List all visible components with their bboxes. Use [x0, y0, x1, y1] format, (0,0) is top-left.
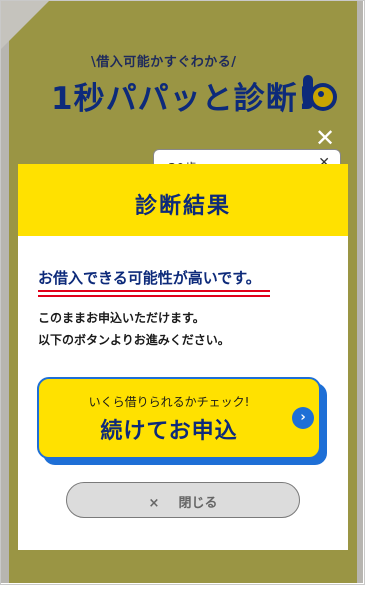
- diagnosis-result-modal: 診断結果 お借入できる可能性が高いです。 このままお申込いただけます。 以下のボ…: [18, 164, 348, 550]
- close-button-label: 閉じる: [178, 496, 218, 511]
- result-underline: [38, 290, 270, 297]
- result-line-2: 以下のボタンよりお進みください。: [38, 333, 230, 347]
- tagline: \借入可能かすぐわかる/: [91, 55, 237, 70]
- mascot-logo-icon: [303, 75, 337, 111]
- result-line-1: このままお申込いただけます。: [38, 311, 205, 325]
- chevron-right-icon: ›: [292, 407, 314, 429]
- overlay-close-icon[interactable]: ✕: [314, 126, 336, 150]
- close-icon: ×: [148, 496, 160, 511]
- close-modal-button[interactable]: × 閉じる: [66, 482, 300, 518]
- result-heading: お借入できる可能性が高いです。: [38, 269, 261, 287]
- brand-title: 1秒パパッと診断!: [51, 81, 313, 117]
- modal-title: 診断結果: [134, 194, 231, 219]
- corner-shade: [1, 1, 49, 49]
- cta-main-label: 続けてお申込: [100, 419, 238, 444]
- right-edge-strip: [357, 1, 363, 583]
- close-button-content: × 閉じる: [67, 492, 299, 511]
- continue-application-button[interactable]: いくら借りられるかチェック! 続けてお申込 ›: [37, 377, 321, 459]
- left-edge-strip: [1, 1, 9, 583]
- cta-sub-label: いくら借りられるかチェック!: [88, 395, 250, 409]
- modal-header: 診断結果: [18, 164, 348, 236]
